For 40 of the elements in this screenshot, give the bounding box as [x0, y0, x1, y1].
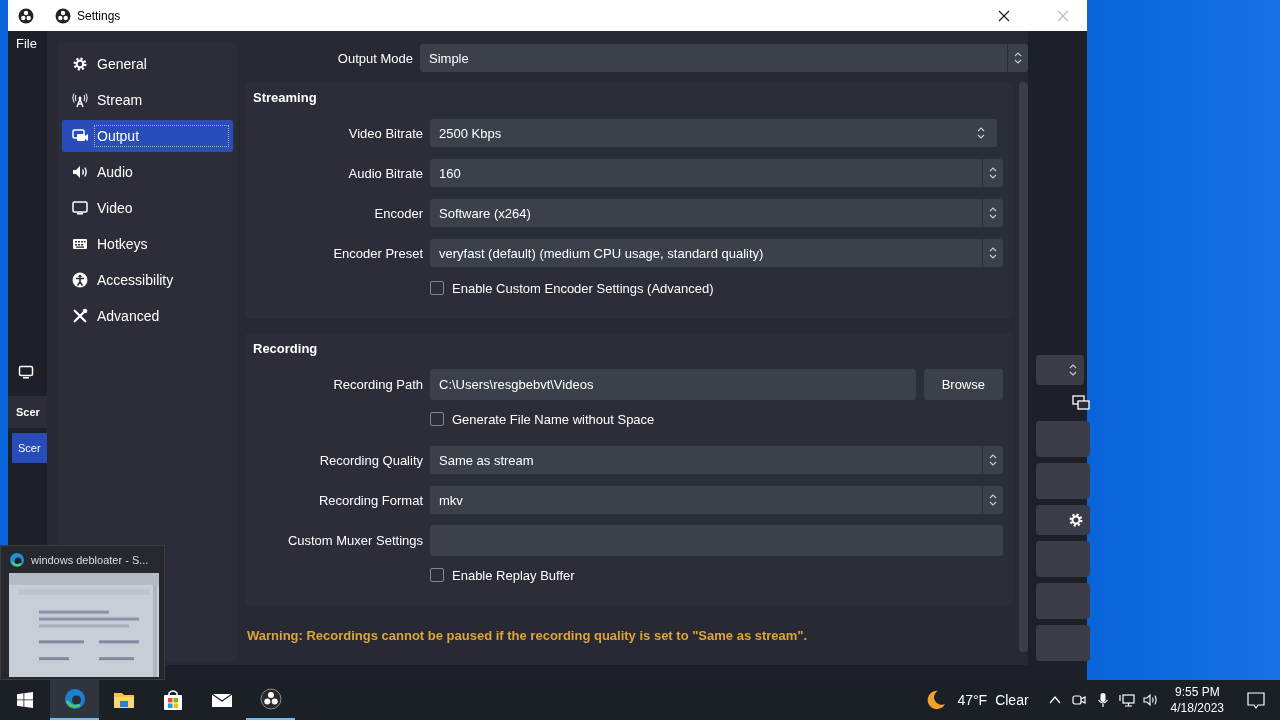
- taskbar-preview[interactable]: windows debloater - S...: [0, 545, 165, 680]
- field-label: Recording Path: [333, 376, 423, 392]
- window-title: Settings: [77, 8, 121, 23]
- dropdown[interactable]: 160: [430, 159, 1003, 187]
- preview-title: windows debloater - S...: [31, 553, 149, 566]
- field-label: Recording Quality: [319, 452, 423, 468]
- field-label: Custom Muxer Settings: [287, 532, 423, 548]
- input-field[interactable]: C:\Users\resgbebvt\Videos: [430, 368, 916, 400]
- sidebar-item[interactable]: Hotkeys: [62, 228, 233, 260]
- sidebar-item[interactable]: Stream: [62, 84, 233, 116]
- dropdown[interactable]: Software (x264): [430, 199, 1003, 227]
- field-label: Recording Format: [318, 492, 423, 508]
- scenes-header: Scer: [8, 396, 47, 428]
- section-title: Recording: [253, 341, 319, 356]
- sidebar-item[interactable]: Output: [62, 120, 233, 152]
- spin-box[interactable]: 2500 Kbps: [430, 119, 997, 147]
- sidebar-item[interactable]: Audio: [62, 156, 233, 188]
- field-label: Audio Bitrate: [348, 165, 423, 181]
- dropdown[interactable]: Simple: [420, 44, 1028, 72]
- weather-text[interactable]: Clear: [995, 692, 1029, 708]
- sidebar-item[interactable]: Accessibility: [62, 264, 233, 296]
- scene-item[interactable]: Scer: [12, 433, 47, 463]
- clock[interactable]: 9:55 PM 4/18/2023: [1170, 684, 1224, 716]
- field-label: Output Mode: [336, 50, 413, 66]
- sidebar-item[interactable]: General: [62, 48, 233, 80]
- field-label: Encoder Preset: [333, 245, 423, 261]
- browse-button[interactable]: Browse: [923, 368, 1003, 400]
- warning-text: Warning: Recordings cannot be paused if the recording quality is set to "Same as stream".: [246, 628, 809, 643]
- menu-item[interactable]: File: [16, 36, 37, 51]
- checkbox-label: Enable Replay Buffer: [452, 567, 575, 583]
- field-label: Video Bitrate: [348, 125, 423, 141]
- dropdown[interactable]: Same as stream: [430, 446, 1003, 474]
- sidebar-item[interactable]: Video: [62, 192, 233, 224]
- dropdown[interactable]: mkv: [430, 486, 1003, 514]
- dropdown[interactable]: veryfast (default) (medium CPU usage, standard quality): [430, 239, 1003, 267]
- section-title: Streaming: [253, 90, 318, 105]
- checkbox[interactable]: Enable Replay Buffer: [430, 567, 575, 583]
- temperature-text[interactable]: 47°F: [957, 692, 988, 708]
- sidebar-item[interactable]: Advanced: [62, 300, 233, 332]
- field-label: Encoder: [374, 205, 423, 221]
